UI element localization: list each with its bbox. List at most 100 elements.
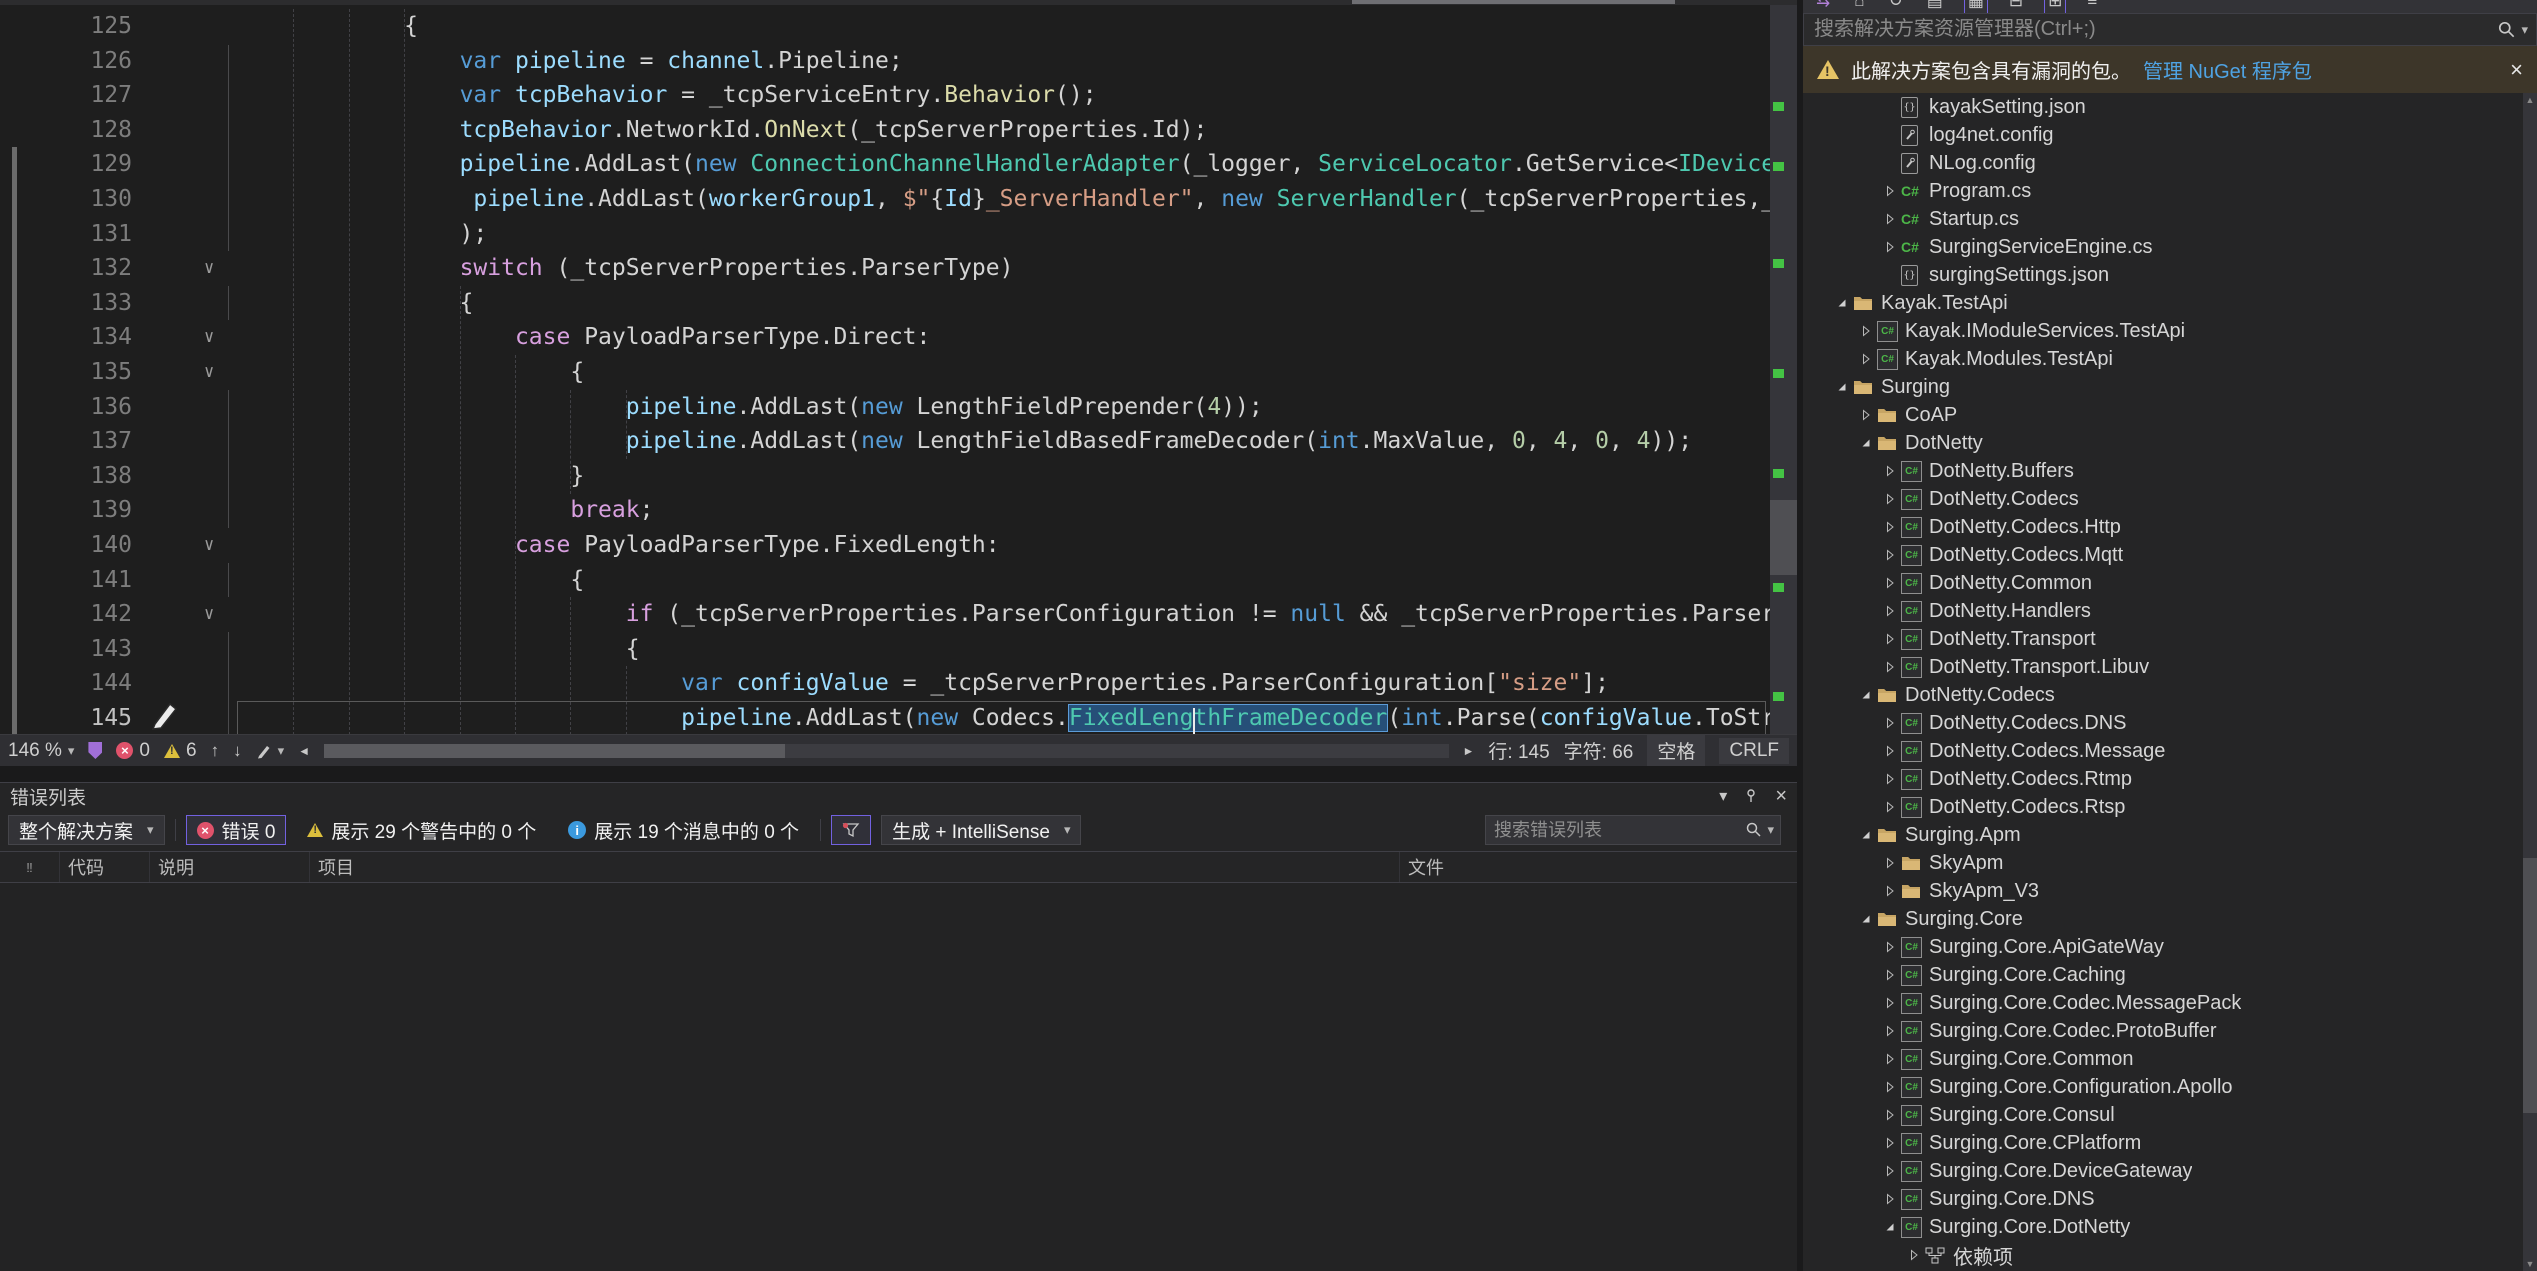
fold-marker[interactable]: ∨ [132,320,238,355]
tree-expander[interactable] [1855,829,1877,841]
tree-expander[interactable] [1879,717,1901,729]
tree-item[interactable]: C#DotNetty.Codecs.Rtmp [1803,765,2523,793]
code-line[interactable]: 131 ); [0,217,1770,252]
hscroll-right-button[interactable]: ► [1463,744,1475,758]
tree-item[interactable]: C#Surging.Core.Common [1803,1045,2523,1073]
warnings-filter-button[interactable]: ! 展示 29 个警告中的 0 个 [296,815,547,845]
line-number[interactable]: 134 [0,320,132,355]
tree-item[interactable]: C#Surging.Core.Caching [1803,961,2523,989]
tree-item[interactable]: SkyApm [1803,849,2523,877]
warnings-indicator[interactable]: ! 6 [164,740,197,762]
tree-expander[interactable] [1879,493,1901,505]
line-number[interactable]: 145 [0,701,132,734]
previous-issue-button[interactable]: ↑ [211,741,220,761]
description-column-header[interactable]: 说明 [150,852,310,882]
show-all-files-icon[interactable]: ▤ [1924,0,1946,13]
horizontal-scrollbar[interactable] [324,744,1449,758]
tree-expander[interactable] [1879,661,1901,673]
line-number[interactable]: 133 [0,286,132,321]
messages-filter-button[interactable]: i 展示 19 个消息中的 0 个 [557,815,810,845]
tree-item[interactable]: C#SurgingServiceEngine.cs [1803,233,2523,261]
code-line[interactable]: 145 pipeline.AddLast(new Codecs.FixedLen… [0,701,1770,734]
tree-item[interactable]: DotNetty.Codecs [1803,681,2523,709]
code-line[interactable]: 127 var tcpBehavior = _tcpServiceEntry.B… [0,78,1770,113]
health-settings-button[interactable]: ▾ [256,743,285,759]
tree-item[interactable]: Surging [1803,373,2523,401]
tree-expander[interactable] [1903,1249,1925,1261]
refresh-icon[interactable]: ↻ [1886,0,1906,13]
tree-expander[interactable] [1879,605,1901,617]
tree-item[interactable]: C#DotNetty.Handlers [1803,597,2523,625]
close-icon[interactable]: × [2510,57,2523,83]
tree-item[interactable]: C#DotNetty.Codecs.DNS [1803,709,2523,737]
tree-item[interactable]: CoAP [1803,401,2523,429]
search-icon[interactable] [1745,821,1763,839]
build-intellisense-dropdown[interactable]: 生成 + IntelliSense ▾ [881,815,1081,845]
line-number[interactable]: 138 [0,459,132,494]
tree-expander[interactable] [1879,185,1901,197]
scrollbar-thumb[interactable] [2523,858,2537,1113]
home-icon[interactable]: ⌂ [1851,0,1867,13]
zoom-control[interactable]: 146 % ▾ [8,740,74,762]
solution-explorer-search[interactable]: ▾ [1803,13,2537,46]
tree-expander[interactable] [1879,941,1901,953]
code-line[interactable]: 126 var pipeline = channel.Pipeline; [0,44,1770,79]
tree-item[interactable]: C#Kayak.Modules.TestApi [1803,345,2523,373]
tree-expander[interactable] [1879,241,1901,253]
filter-button[interactable] [831,815,871,845]
tree-item[interactable]: C#DotNetty.Codecs.Mqtt [1803,541,2523,569]
line-number[interactable]: 136 [0,390,132,425]
tree-item[interactable]: {}kayakSetting.json [1803,93,2523,121]
code-area[interactable]: 125 {126 var pipeline = channel.Pipeline… [0,5,1770,734]
line-number[interactable]: 144 [0,666,132,701]
fold-marker[interactable]: ∨ [132,251,238,286]
tree-item[interactable]: C#DotNetty.Transport [1803,625,2523,653]
hscroll-thumb[interactable] [324,744,785,758]
tree-expander[interactable] [1855,409,1877,421]
line-number[interactable]: 132 [0,251,132,286]
code-editor[interactable]: 125 {126 var pipeline = channel.Pipeline… [0,0,1797,766]
tree-item[interactable]: C#DotNetty.Common [1803,569,2523,597]
breadcrumb-scrollbar[interactable] [1352,0,1675,4]
horizontal-splitter[interactable] [0,766,1797,782]
line-number[interactable]: 130 [0,182,132,217]
fold-marker[interactable]: ∨ [132,355,238,390]
properties-icon[interactable]: ⊟ [2006,0,2026,13]
tree-item[interactable]: C#Surging.Core.DNS [1803,1185,2523,1213]
tree-item[interactable]: {}surgingSettings.json [1803,261,2523,289]
code-line[interactable]: 138 } [0,459,1770,494]
tree-expander[interactable] [1879,969,1901,981]
scrollbar-thumb[interactable] [1770,500,1797,575]
chevron-down-icon[interactable]: ▾ [1767,822,1774,838]
chevron-down-icon[interactable]: ▾ [2521,22,2528,38]
tree-item[interactable]: C#Kayak.IModuleServices.TestApi [1803,317,2523,345]
code-line[interactable]: 134∨ case PayloadParserType.Direct: [0,320,1770,355]
tree-item[interactable]: NLog.config [1803,149,2523,177]
tree-item[interactable]: C#DotNetty.Codecs.Rtsp [1803,793,2523,821]
tree-item[interactable]: log4net.config [1803,121,2523,149]
solution-search-input[interactable] [1804,18,2497,41]
code-line[interactable]: 128 tcpBehavior.NetworkId.OnNext(_tcpSer… [0,113,1770,148]
line-number[interactable]: 129 [0,147,132,182]
tree-expander[interactable] [1879,549,1901,561]
next-issue-button[interactable]: ↓ [233,741,242,761]
tree-item[interactable]: C#DotNetty.Transport.Libuv [1803,653,2523,681]
code-line[interactable]: 135∨ { [0,355,1770,390]
tree-expander[interactable] [1831,297,1853,309]
line-number[interactable]: 128 [0,113,132,148]
tree-item[interactable]: C#DotNetty.Codecs [1803,485,2523,513]
tree-item[interactable]: C#Surging.Core.CPlatform [1803,1129,2523,1157]
line-number[interactable]: 143 [0,632,132,667]
pin-icon[interactable] [1743,788,1759,804]
tree-expander[interactable] [1879,997,1901,1009]
tree-item[interactable]: C#Surging.Core.DeviceGateway [1803,1157,2523,1185]
tree-expander[interactable] [1879,521,1901,533]
tree-expander[interactable] [1855,437,1877,449]
manage-nuget-link[interactable]: 管理 NuGet 程序包 [2143,55,2312,84]
document-health-icon[interactable] [88,742,102,759]
line-number[interactable]: 142 [0,597,132,632]
file-column-header[interactable]: 文件 [1400,852,1797,882]
tree-item[interactable]: C#Surging.Core.Consul [1803,1101,2523,1129]
line-number[interactable]: 141 [0,563,132,598]
tree-item[interactable]: SkyApm_V3 [1803,877,2523,905]
